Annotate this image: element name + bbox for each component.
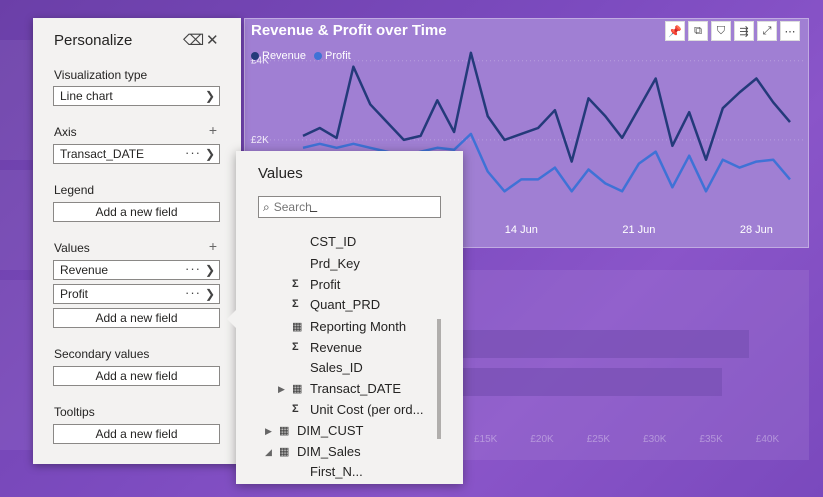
legend-label: Revenue: [262, 50, 307, 62]
background-tile: [0, 280, 33, 450]
axis-value: Transact_DATE: [60, 147, 145, 161]
sigma-icon: Σ: [292, 341, 299, 353]
bar: [454, 330, 749, 358]
values-label: Values: [54, 241, 90, 255]
field-item[interactable]: DIM_Sales: [297, 444, 361, 459]
pane-title: Personalize: [54, 32, 133, 49]
secondary-values-label: Secondary values: [54, 347, 150, 361]
values-field-picker: Values ⌕ – CST_ID Prd_Key Σ Profit Σ Quant_PRD…: [236, 151, 463, 484]
calendar-icon: ▦: [292, 383, 303, 395]
legend-item[interactable]: Profit: [314, 50, 351, 62]
values-field-label: Profit: [60, 287, 89, 301]
values-field-profit[interactable]: Profit ··· ❯: [53, 284, 220, 304]
pin-icon[interactable]: 📌: [665, 21, 685, 41]
bar-axis-tick: £30K: [643, 434, 667, 445]
eraser-icon[interactable]: ⌫: [183, 31, 204, 49]
chevron-right-icon[interactable]: ❯: [205, 287, 215, 301]
tooltips-add-field-button[interactable]: Add a new field: [53, 424, 220, 444]
x-tick-label: 21 Jun: [622, 224, 655, 236]
table-icon: ▦: [279, 446, 290, 458]
background-tile: [0, 170, 33, 270]
copy-icon[interactable]: ⧉: [688, 21, 708, 41]
secondary-add-field-button[interactable]: Add a new field: [53, 366, 220, 386]
legend-add-field-button[interactable]: Add a new field: [53, 202, 220, 222]
chart-legend: Revenue Profit: [251, 50, 351, 62]
sigma-icon: Σ: [292, 278, 299, 290]
viz-type-select[interactable]: Line chart ❯: [53, 86, 220, 106]
field-item[interactable]: Transact_DATE: [310, 381, 401, 396]
search-icon: ⌕: [263, 199, 270, 214]
bar-axis-tick: £15K: [474, 434, 498, 445]
filter-icon[interactable]: ⛉: [711, 21, 731, 41]
field-item[interactable]: CST_ID: [310, 234, 356, 249]
bar: [454, 368, 722, 396]
values-add-field-button[interactable]: Add a new field: [53, 308, 220, 328]
field-item[interactable]: Quant_PRD: [310, 297, 380, 312]
field-search[interactable]: ⌕: [258, 196, 441, 218]
tooltips-label: Tooltips: [54, 405, 95, 419]
scrollbar-thumb[interactable]: [437, 319, 441, 439]
values-field-revenue[interactable]: Revenue ··· ❯: [53, 260, 220, 280]
table-icon: ▦: [279, 425, 290, 437]
personalize-pane: Personalize ⌫ ✕ Visualization type Line …: [33, 18, 241, 464]
chevron-right-icon[interactable]: ❯: [205, 263, 215, 277]
legend-item[interactable]: Revenue: [251, 50, 306, 62]
more-options-icon[interactable]: ···: [185, 285, 201, 300]
background-tile: [0, 40, 33, 160]
legend-marker: [251, 52, 259, 60]
bar-axis-tick: £40K: [755, 434, 780, 445]
sigma-icon: Σ: [292, 298, 299, 310]
chart-title: Revenue & Profit over Time: [251, 22, 447, 39]
close-icon[interactable]: ✕: [206, 31, 219, 49]
more-options-icon[interactable]: ···: [185, 145, 201, 160]
drill-icon[interactable]: ⇶: [734, 21, 754, 41]
expand-icon[interactable]: ▶: [278, 384, 285, 395]
sigma-icon: Σ: [292, 403, 299, 415]
field-item[interactable]: Sales_ID: [310, 360, 363, 375]
collapse-icon[interactable]: ◢: [265, 447, 272, 458]
bar-axis-ticks: £15K £20K £25K £30K £35K £40K: [474, 434, 779, 445]
legend-label: Legend: [54, 183, 95, 197]
search-input[interactable]: [273, 200, 424, 214]
calculator-icon: ▦: [292, 321, 303, 333]
visual-header-toolbar: 📌 ⧉ ⛉ ⇶ ⤢ ⋯: [665, 21, 800, 41]
series-line-revenue[interactable]: [302, 51, 791, 163]
axis-label: Axis: [54, 125, 77, 139]
legend-label: Profit: [325, 50, 351, 62]
values-field-label: Revenue: [60, 263, 109, 277]
field-item[interactable]: –: [310, 203, 317, 218]
bar-axis-tick: £20K: [530, 434, 554, 445]
add-values-icon[interactable]: +: [209, 238, 217, 254]
y-tick-label: £2K: [251, 135, 269, 146]
add-axis-icon[interactable]: +: [209, 122, 217, 138]
axis-field[interactable]: Transact_DATE ··· ❯: [53, 144, 220, 164]
field-item[interactable]: DIM_CUST: [297, 423, 363, 438]
chevron-right-icon: ❯: [204, 89, 215, 103]
field-item[interactable]: First_N...: [310, 464, 363, 479]
legend-marker: [314, 52, 323, 60]
chevron-right-icon[interactable]: ❯: [205, 147, 215, 161]
viz-type-value: Line chart: [60, 89, 113, 103]
bar-axis-tick: £35K: [699, 434, 723, 445]
expand-icon[interactable]: ▶: [265, 426, 272, 437]
field-item[interactable]: Reporting Month: [310, 319, 406, 334]
field-item[interactable]: Prd_Key: [310, 256, 360, 271]
x-tick-label: 28 Jun: [740, 224, 773, 236]
bar-axis-tick: £25K: [586, 434, 611, 445]
field-item[interactable]: Revenue: [310, 340, 362, 355]
field-item[interactable]: Unit Cost (per ord...: [310, 402, 423, 417]
more-icon[interactable]: ⋯: [780, 21, 800, 41]
viz-type-label: Visualization type: [54, 68, 148, 82]
expand-icon[interactable]: ⤢: [757, 21, 777, 41]
x-tick-label: 14 Jun: [505, 224, 538, 236]
picker-title: Values: [258, 165, 303, 182]
more-options-icon[interactable]: ···: [185, 261, 201, 276]
field-item[interactable]: Profit: [310, 277, 340, 292]
popup-arrow: [227, 310, 236, 328]
